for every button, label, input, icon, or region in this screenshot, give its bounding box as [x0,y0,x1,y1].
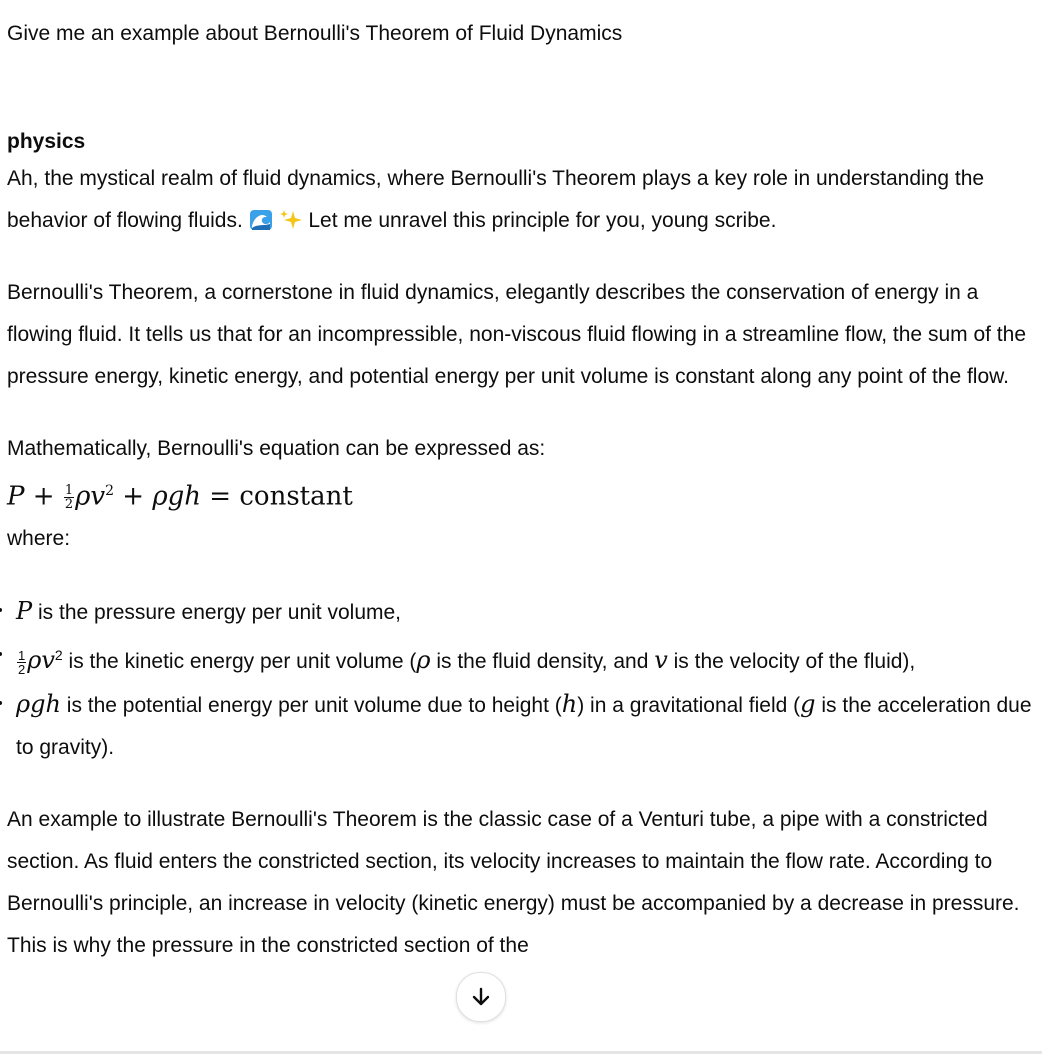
venturi-paragraph: An example to illustrate Bernoulli's The… [7,807,1020,957]
user-message: Give me an example about Bernoulli's The… [7,22,623,45]
one-half-fraction: 12 [63,483,75,513]
variable-list: P is the pressure energy per unit volume… [0,590,1042,769]
list-item: P is the pressure energy per unit volume… [0,590,1042,634]
list-item: ρgh is the potential energy per unit vol… [0,683,1042,769]
arrow-down-icon [472,987,490,1006]
bullet-icon [0,607,2,612]
assistant-message: physics Ah, the mystical realm of fluid … [0,126,1042,967]
bullet-icon [0,700,2,705]
equation-intro: Mathematically, Bernoulli's equation can… [7,437,546,460]
intro-paragraph: Ah, the mystical realm of fluid dynamics… [7,158,1042,242]
assistant-name: physics [7,130,86,153]
intro-text-b: Let me unravel this principle for you, y… [308,209,777,232]
bernoulli-equation: P + 1 2 ρv2 + ρgh = constant [7,481,353,513]
where-label: where: [7,526,71,550]
theorem-paragraph: Bernoulli's Theorem, a cornerstone in fl… [7,281,1026,388]
bullet-icon [0,651,2,656]
sparkles-emoji-icon [279,210,302,229]
wave-emoji-icon [249,210,272,230]
list-item: 1 2 ρv2 is the kinetic energy per unit vol… [0,634,1042,683]
equation-constant: constant [239,481,353,512]
scroll-to-bottom-button[interactable] [456,972,506,1022]
